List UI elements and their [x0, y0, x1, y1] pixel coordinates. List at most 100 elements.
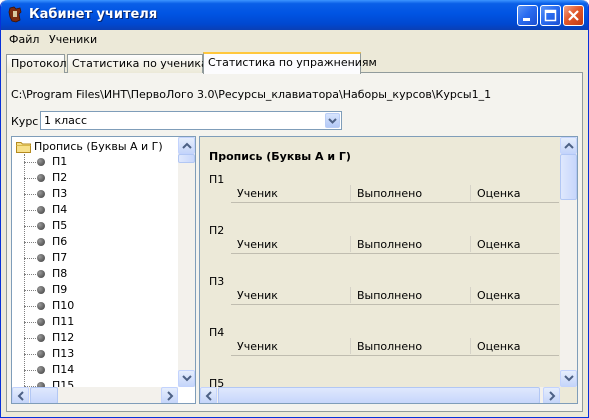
scroll-corner	[560, 387, 577, 403]
column-header[interactable]: Выполнено	[357, 289, 422, 302]
exercise-bullet-icon	[37, 222, 45, 230]
exercise-bullet-icon	[37, 350, 45, 358]
tree-item-label: П8	[52, 267, 68, 280]
tree-item[interactable]: П13	[24, 346, 174, 362]
tree-item[interactable]: П10	[24, 298, 174, 314]
tree-item[interactable]: П8	[24, 266, 174, 282]
tree-connector	[24, 178, 36, 179]
tree-hscroll-thumb[interactable]	[30, 387, 58, 403]
tab-protocol[interactable]: Протокол	[6, 54, 67, 73]
column-header[interactable]: Оценка	[477, 238, 521, 251]
column-separator	[470, 338, 471, 354]
tree-item-label: П1	[52, 155, 68, 168]
tree-item-label: П11	[52, 315, 75, 328]
title-bar[interactable]: Кабинет учителя	[1, 0, 588, 30]
tree-item[interactable]: П4	[24, 202, 174, 218]
app-icon	[8, 6, 22, 23]
column-header[interactable]: Ученик	[237, 187, 278, 200]
tab-protocol-label: Протокол	[11, 57, 67, 70]
column-header[interactable]: Выполнено	[357, 187, 422, 200]
tree-horizontal-scrollbar[interactable]	[12, 387, 178, 403]
column-header[interactable]: Ученик	[237, 289, 278, 302]
tree-connector	[24, 370, 36, 371]
tree-item[interactable]: П2	[24, 170, 174, 186]
tree-item[interactable]: П1	[24, 154, 174, 170]
column-header[interactable]: Выполнено	[357, 340, 422, 353]
tree-item[interactable]: П5	[24, 218, 174, 234]
scroll-up-button[interactable]	[560, 137, 577, 154]
scroll-right-button[interactable]	[543, 387, 560, 403]
tree-connector	[24, 354, 36, 355]
column-header[interactable]: Оценка	[477, 340, 521, 353]
scroll-down-button[interactable]	[560, 370, 577, 387]
stats-vertical-scrollbar[interactable]	[560, 137, 577, 387]
tree-item[interactable]: П9	[24, 282, 174, 298]
chevron-down-icon	[328, 118, 337, 124]
maximize-button[interactable]	[540, 5, 561, 26]
exercise-bullet-icon	[37, 238, 45, 246]
scroll-down-button[interactable]	[178, 370, 195, 387]
tree-vertical-scrollbar[interactable]	[178, 137, 195, 387]
stats-vscroll-thumb[interactable]	[560, 154, 577, 200]
stats-horizontal-scrollbar[interactable]	[200, 387, 560, 403]
exercise-bullet-icon	[37, 254, 45, 262]
tree-item-label: П5	[52, 219, 68, 232]
arrow-right-icon	[549, 391, 556, 401]
tree-item[interactable]: П7	[24, 250, 174, 266]
minimize-button[interactable]	[517, 5, 538, 26]
column-header[interactable]: Оценка	[477, 289, 521, 302]
column-header[interactable]: Оценка	[477, 187, 521, 200]
exercise-bullet-icon	[37, 302, 45, 310]
tree-root-label: Пропись (Буквы А и Г)	[34, 140, 163, 153]
tree-item-label: П6	[52, 235, 68, 248]
main-window: Кабинет учителя Файл Ученики Протокол Ст…	[0, 0, 589, 418]
exercise-label: П3	[209, 275, 225, 288]
course-label: Курс	[11, 115, 39, 128]
tree-item[interactable]: П6	[24, 234, 174, 250]
column-separator	[470, 185, 471, 201]
exercise-bullet-icon	[37, 270, 45, 278]
tree-connector	[24, 274, 36, 275]
scroll-left-button[interactable]	[200, 387, 217, 403]
tab-exercises-stats[interactable]: Статистика по упражнениям	[203, 52, 377, 74]
exercise-label: П2	[209, 224, 225, 237]
column-header[interactable]: Ученик	[237, 238, 278, 251]
exercise-bullet-icon	[37, 318, 45, 326]
tree-item-label: П14	[52, 363, 75, 376]
stats-hscroll-thumb[interactable]	[218, 387, 540, 403]
menu-file[interactable]: Файл	[9, 33, 39, 46]
scroll-up-button[interactable]	[178, 137, 195, 154]
menu-students[interactable]: Ученики	[49, 33, 97, 46]
column-header[interactable]: Выполнено	[357, 238, 422, 251]
arrow-left-icon	[17, 391, 24, 401]
column-header[interactable]: Ученик	[237, 340, 278, 353]
course-select[interactable]: 1 класс	[40, 111, 342, 130]
tree-item-label: П12	[52, 331, 75, 344]
folder-icon	[16, 142, 31, 153]
arrow-down-icon	[564, 375, 574, 382]
exercise-table-header: Ученик Выполнено Оценка	[231, 286, 559, 305]
course-dropdown-button[interactable]	[325, 113, 340, 128]
tab-students-stats[interactable]: Статистика по ученикам	[67, 54, 216, 73]
tree-item[interactable]: П11	[24, 314, 174, 330]
arrow-up-icon	[564, 142, 574, 149]
scroll-right-button[interactable]	[161, 387, 178, 403]
arrow-left-icon	[205, 391, 212, 401]
tree-connector	[24, 306, 36, 307]
scroll-left-button[interactable]	[12, 387, 29, 403]
tab-students-stats-label: Статистика по ученикам	[72, 57, 217, 70]
tree-item[interactable]: П12	[24, 330, 174, 346]
tab-exercises-stats-label: Статистика по упражнениям	[208, 56, 377, 69]
tree-item[interactable]: П14	[24, 362, 174, 378]
tree-item[interactable]: П3	[24, 186, 174, 202]
exercise-tree[interactable]: Пропись (Буквы А и Г) П1 П2 П3 П4 П5 П6 П7 П8 П9…	[11, 136, 196, 404]
course-select-value: 1 класс	[44, 114, 88, 127]
exercise-bullet-icon	[37, 286, 45, 294]
column-separator	[350, 236, 351, 252]
tree-vscroll-thumb[interactable]	[178, 154, 195, 163]
column-separator	[350, 338, 351, 354]
tree-connector	[24, 258, 36, 259]
tree-item-label: П3	[52, 187, 68, 200]
close-button[interactable]	[563, 5, 584, 26]
window-title: Кабинет учителя	[29, 7, 158, 22]
